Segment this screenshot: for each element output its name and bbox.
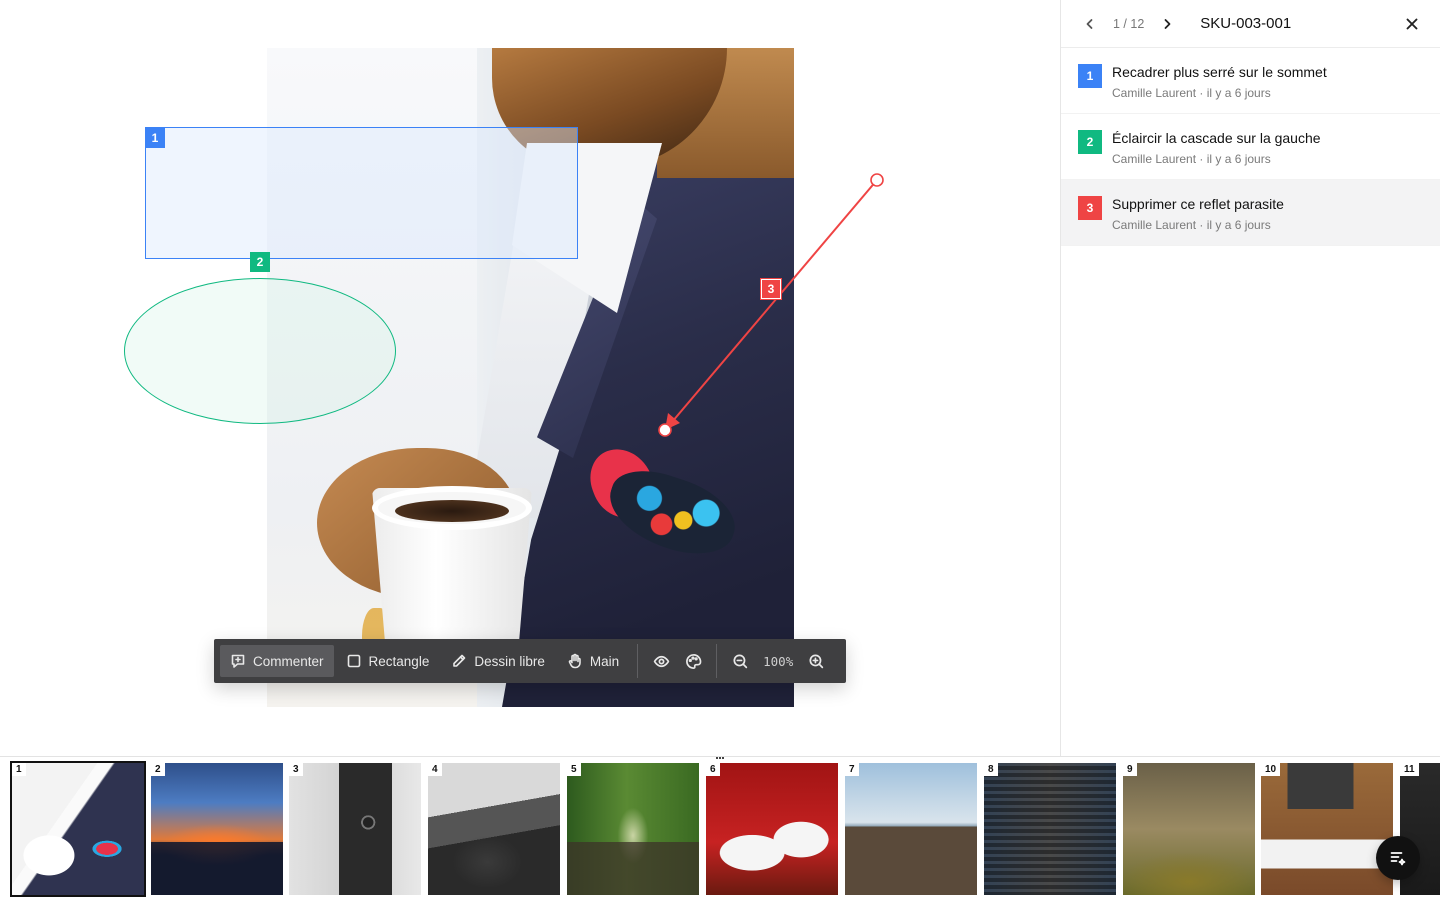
thumbnail-image (289, 763, 421, 895)
draw-tool-button[interactable]: Dessin libre (441, 645, 555, 677)
photo-coffee (395, 500, 509, 522)
thumbnail-number: 4 (428, 763, 442, 776)
thumbnail-8[interactable]: 8 (984, 763, 1116, 895)
annotation-badge-3[interactable]: 3 (760, 278, 782, 300)
thumbnail-number: 8 (984, 763, 998, 776)
thumbnail-number: 5 (567, 763, 581, 776)
toolbar-divider (637, 644, 639, 678)
toolbar-divider (716, 644, 718, 678)
comment-text: Recadrer plus serré sur le sommet (1112, 64, 1327, 80)
comment-meta: Camille Laurent · il y a 6 jours (1112, 86, 1271, 100)
thumbnail-number: 11 (1400, 763, 1419, 776)
rectangle-tool-button[interactable]: Rectangle (336, 645, 440, 677)
thumbnail-number: 9 (1123, 763, 1137, 776)
thumbnail-image (1261, 763, 1393, 895)
comment-item-selected[interactable]: 3 Supprimer ce reflet parasite Camille L… (1061, 180, 1440, 246)
thumbnail-7[interactable]: 7 (845, 763, 977, 895)
zoom-out-button[interactable] (725, 645, 755, 677)
visibility-toggle-button[interactable] (646, 645, 676, 677)
chevron-left-icon (1086, 18, 1093, 29)
thumbnail-5[interactable]: 5 (567, 763, 699, 895)
thumbnail-number: 2 (151, 763, 165, 776)
annotation-toolbar: Commenter Rectangle Dessin libre Main 10… (214, 639, 846, 683)
comment-item[interactable]: 1 Recadrer plus serré sur le sommet Cami… (1061, 48, 1440, 114)
close-panel-button[interactable] (1402, 14, 1422, 34)
zoom-in-button[interactable] (801, 645, 831, 677)
thumbnail-1[interactable]: 1 (10, 761, 146, 897)
thumbnail-number: 3 (289, 763, 303, 776)
thumbnail-image (12, 763, 144, 895)
sku-title: SKU-003-001 (1200, 15, 1292, 32)
next-image-button[interactable] (1158, 15, 1176, 33)
comment-number-badge: 1 (1078, 64, 1102, 88)
rectangle-tool-label: Rectangle (368, 653, 430, 669)
annotation-ellipse[interactable] (124, 278, 396, 424)
thumbnail-9[interactable]: 9 (1123, 763, 1255, 895)
thumbnail-number: 7 (845, 763, 859, 776)
eye-icon (653, 655, 669, 667)
annotation-rectangle[interactable] (145, 127, 578, 259)
thumbnail-10[interactable]: 10 (1261, 763, 1393, 895)
hand-tool-label: Main (589, 653, 620, 669)
chevron-right-icon (1164, 18, 1171, 29)
resize-handle[interactable] (712, 757, 728, 761)
hand-icon (568, 653, 581, 669)
annotation-badge-2[interactable]: 2 (250, 252, 270, 272)
thumbnail-2[interactable]: 2 (151, 763, 283, 895)
draw-tool-label: Dessin libre (474, 653, 545, 669)
thumbnail-6[interactable]: 6 (706, 763, 838, 895)
previous-image-button[interactable] (1081, 15, 1099, 33)
image-position: 1 / 12 (1113, 16, 1145, 31)
square-icon (347, 654, 360, 668)
thumbnail-image (845, 763, 977, 895)
thumbnail-strip: 1 2 3 4 5 6 7 8 9 10 11 (0, 756, 1440, 900)
annotation-badge-1[interactable]: 1 (145, 128, 165, 148)
color-picker-button[interactable] (678, 645, 708, 677)
zoom-out-icon (733, 653, 747, 668)
comment-number-badge: 3 (1078, 196, 1102, 220)
comment-tool-button[interactable]: Commenter (220, 645, 334, 677)
thumbnail-number: 10 (1261, 763, 1281, 776)
comment-tool-label: Commenter (253, 653, 324, 669)
thumbnail-number: 6 (706, 763, 720, 776)
list-sparkle-icon (1390, 852, 1406, 866)
thumbnail-4[interactable]: 4 (428, 763, 560, 895)
close-icon (1406, 18, 1418, 29)
thumbnail-3[interactable]: 3 (289, 763, 421, 895)
assistant-fab-button[interactable] (1376, 836, 1420, 880)
comment-number-badge: 2 (1078, 130, 1102, 154)
arrow-start-handle (870, 173, 884, 187)
thumbnail-image (706, 763, 838, 895)
comment-text: Supprimer ce reflet parasite (1112, 196, 1284, 212)
panel-header: 1 / 12 SKU-003-001 (1061, 0, 1440, 48)
comment-item[interactable]: 2 Éclaircir la cascade sur la gauche Cam… (1061, 114, 1440, 180)
pencil-icon (453, 654, 466, 667)
zoom-in-icon (809, 653, 823, 668)
thumbnail-image (1123, 763, 1255, 895)
zoom-level: 100% (763, 653, 794, 669)
comment-text: Éclaircir la cascade sur la gauche (1112, 130, 1321, 146)
thumbnail-image (984, 763, 1116, 895)
thumbnail-image (151, 763, 283, 895)
comment-meta: Camille Laurent · il y a 6 jours (1112, 152, 1271, 166)
palette-icon (685, 653, 701, 669)
hand-tool-button[interactable]: Main (557, 645, 629, 677)
comment-plus-icon (231, 654, 245, 668)
thumbnail-image (428, 763, 560, 895)
thumbnail-image (567, 763, 699, 895)
comments-panel: 1 / 12 SKU-003-001 1 Recadrer plus serré… (1060, 0, 1440, 756)
annotation-canvas[interactable]: 1 2 3 Commenter Rectangle Dessin libre M… (0, 0, 1060, 756)
thumbnail-number: 1 (12, 763, 26, 776)
comment-meta: Camille Laurent · il y a 6 jours (1112, 218, 1271, 232)
